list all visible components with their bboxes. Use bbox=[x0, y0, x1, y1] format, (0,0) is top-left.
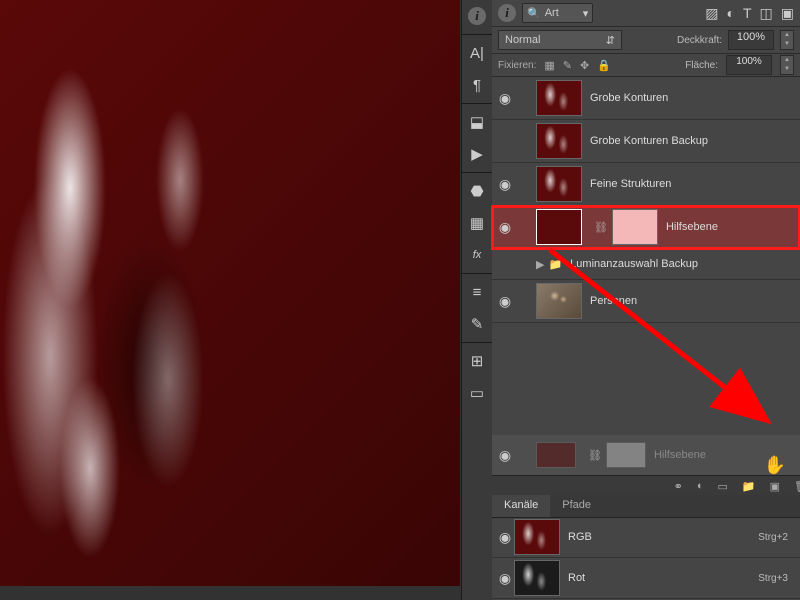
brush-icon[interactable]: ✎ bbox=[462, 308, 492, 340]
channel-name[interactable]: RGB bbox=[568, 531, 592, 543]
info-icon[interactable]: i bbox=[462, 0, 492, 32]
color-icon[interactable]: ▦ bbox=[462, 207, 492, 239]
lock-position-icon[interactable]: ✥ bbox=[580, 59, 589, 72]
layer-name[interactable]: Luminanzauswahl Backup bbox=[570, 258, 698, 270]
mask-link-icon[interactable]: ⛓ bbox=[594, 221, 608, 234]
layer-row[interactable]: ◉ Grobe Konturen bbox=[492, 77, 800, 120]
filter-adjust-icon[interactable]: ◐ bbox=[727, 5, 735, 22]
adjustments-icon[interactable]: ⬓ bbox=[462, 106, 492, 138]
bottom-panel-tabs: Kanäle Pfade bbox=[492, 495, 800, 518]
layer-name[interactable]: Grobe Konturen bbox=[590, 92, 668, 104]
visibility-toggle[interactable]: ◉ bbox=[496, 293, 514, 310]
hand-cursor-icon: ✋ bbox=[764, 455, 786, 476]
navigator-icon[interactable]: ⊞ bbox=[462, 345, 492, 377]
tab-paths[interactable]: Pfade bbox=[550, 495, 603, 517]
document-canvas[interactable] bbox=[0, 0, 460, 586]
swatches-icon[interactable]: ⬣ bbox=[462, 175, 492, 207]
search-icon: 🔍 bbox=[527, 7, 541, 20]
collapsed-panels-dock: i A| ¶ ⬓ ▶ ⬣ ▦ fx ≡ ✎ ⊞ ▭ bbox=[461, 0, 493, 600]
filter-text-icon[interactable]: T bbox=[743, 5, 752, 22]
layer-thumbnail[interactable] bbox=[536, 209, 582, 245]
chevron-updown-icon: ⇵ bbox=[606, 34, 615, 47]
new-layer-icon[interactable]: ▣ bbox=[770, 480, 780, 493]
histogram-icon[interactable]: ▭ bbox=[462, 377, 492, 409]
channel-shortcut: Strg+3 bbox=[758, 573, 788, 584]
channel-row[interactable]: ◉ Rot Strg+3 bbox=[492, 558, 800, 599]
channel-shortcut: Strg+2 bbox=[758, 532, 788, 543]
layer-thumbnail[interactable] bbox=[536, 80, 582, 116]
opacity-stepper[interactable]: ▲▼ bbox=[780, 30, 794, 50]
blend-mode-dropdown[interactable]: Normal ⇵ bbox=[498, 30, 622, 50]
fill-input[interactable]: 100% bbox=[726, 55, 772, 75]
link-layers-icon[interactable]: ⚭ bbox=[674, 480, 683, 493]
character-icon[interactable]: A| bbox=[462, 37, 492, 69]
folder-icon: 📁 bbox=[548, 258, 562, 271]
tab-channels[interactable]: Kanäle bbox=[492, 495, 550, 517]
filter-shape-icon[interactable]: ◫ bbox=[760, 5, 773, 22]
mask-thumbnail bbox=[606, 442, 646, 468]
layer-row[interactable]: Grobe Konturen Backup bbox=[492, 120, 800, 163]
lock-brush-icon[interactable]: ✎ bbox=[563, 59, 572, 72]
expand-icon[interactable]: ▶ bbox=[536, 258, 544, 271]
paragraph-icon[interactable]: ¶ bbox=[462, 69, 492, 101]
visibility-toggle[interactable]: ◉ bbox=[496, 570, 514, 587]
mask-thumbnail[interactable] bbox=[612, 209, 658, 245]
layer-row[interactable]: ◉ Feine Strukturen bbox=[492, 163, 800, 206]
info-badge-icon: i bbox=[498, 4, 516, 22]
layer-thumbnail[interactable] bbox=[536, 166, 582, 202]
mask-icon[interactable]: ▭ bbox=[718, 480, 728, 493]
chevron-down-icon: ▾ bbox=[583, 7, 589, 20]
channel-thumbnail[interactable] bbox=[514, 519, 560, 555]
brush-presets-icon[interactable]: ≡ bbox=[462, 276, 492, 308]
lock-pixels-icon[interactable]: ▦ bbox=[544, 59, 554, 72]
channel-thumbnail[interactable] bbox=[514, 560, 560, 596]
opacity-label: Deckkraft: bbox=[677, 35, 722, 46]
fx-icon[interactable]: ◐ bbox=[697, 480, 704, 492]
delete-icon[interactable]: 🗑 bbox=[794, 480, 800, 493]
layers-footer: ⚭ ◐ ▭ 📁 ▣ 🗑 bbox=[492, 475, 800, 496]
fill-stepper[interactable]: ▲▼ bbox=[780, 55, 794, 75]
fill-label: Fläche: bbox=[685, 60, 718, 71]
layer-row[interactable]: ◉ Personen bbox=[492, 280, 800, 323]
layer-thumbnail bbox=[536, 442, 576, 468]
play-icon[interactable]: ▶ bbox=[462, 138, 492, 170]
filter-image-icon[interactable]: ▨ bbox=[705, 5, 718, 22]
layer-name[interactable]: Personen bbox=[590, 295, 637, 307]
visibility-toggle[interactable]: ◉ bbox=[496, 176, 514, 193]
visibility-toggle[interactable]: ◉ bbox=[496, 90, 514, 107]
filter-label: Art bbox=[545, 7, 559, 19]
visibility-toggle[interactable]: ◉ bbox=[496, 219, 514, 236]
group-icon[interactable]: 📁 bbox=[742, 480, 756, 493]
channels-panel: ◉ RGB Strg+2 ◉ Rot Strg+3 bbox=[492, 517, 800, 599]
blend-mode-value: Normal bbox=[505, 34, 540, 46]
channel-row[interactable]: ◉ RGB Strg+2 bbox=[492, 517, 800, 558]
layer-name[interactable]: Feine Strukturen bbox=[590, 178, 671, 190]
layer-row-selected[interactable]: ◉ ⛓ Hilfsebene bbox=[492, 206, 800, 249]
visibility-toggle[interactable]: ◉ bbox=[496, 529, 514, 546]
layer-row[interactable]: ▶ 📁 Luminanzauswahl Backup bbox=[492, 249, 800, 280]
filter-smart-icon[interactable]: ▣ bbox=[781, 5, 794, 22]
layer-name[interactable]: Hilfsebene bbox=[666, 221, 718, 233]
channel-name[interactable]: Rot bbox=[568, 572, 585, 584]
layer-thumbnail[interactable] bbox=[536, 283, 582, 319]
ghost-layer-name: Hilfsebene bbox=[654, 449, 706, 461]
layer-thumbnail[interactable] bbox=[536, 123, 582, 159]
layer-name[interactable]: Grobe Konturen Backup bbox=[590, 135, 708, 147]
lock-all-icon[interactable]: 🔒 bbox=[597, 59, 611, 72]
layer-filter-dropdown[interactable]: 🔍 Art ▾ bbox=[522, 3, 593, 23]
opacity-input[interactable]: 100% bbox=[728, 30, 774, 50]
fx-icon[interactable]: fx bbox=[462, 239, 492, 271]
lock-label: Fixieren: bbox=[498, 60, 536, 71]
drag-ghost-layer: ◉ ⛓ Hilfsebene bbox=[492, 435, 800, 475]
